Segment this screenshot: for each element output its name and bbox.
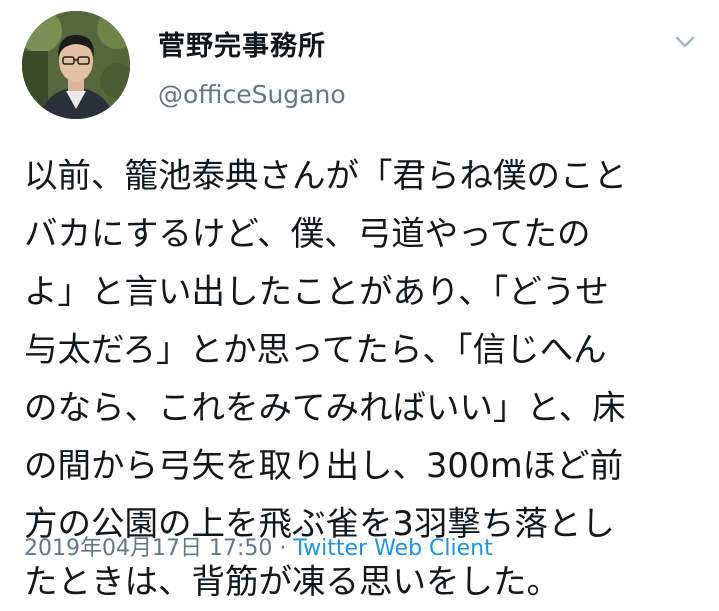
tweet-text-line: の間から弓矢を取り出し、300mほど前	[24, 446, 624, 485]
tweet-timestamp[interactable]: 2019年04月17日 17:50	[24, 536, 272, 561]
user-avatar-photo-icon	[22, 11, 130, 119]
tweet-menu-button[interactable]	[668, 27, 702, 57]
tweet-text-line: のなら、これをみてみればいい」と、床	[24, 388, 626, 427]
chevron-down-icon	[675, 36, 695, 48]
tweet-header: 菅野完事務所 @officeSugano	[0, 0, 719, 130]
avatar[interactable]	[22, 11, 130, 119]
user-handle[interactable]: @officeSugano	[158, 80, 346, 109]
tweet-source-link[interactable]: Twitter Web Client	[293, 536, 492, 561]
tweet-metadata: 2019年04月17日 17:50 · Twitter Web Client	[24, 530, 493, 562]
tweet-text-line: バカにするけど、僕、弓道やってたの	[24, 214, 591, 253]
tweet-text-line: よ」と言い出したことがあり、「どうせ	[24, 272, 609, 311]
tweet-text-line: 以前、籠池泰典さんが「君らね僕のこと	[24, 156, 627, 195]
display-name[interactable]: 菅野完事務所	[158, 24, 326, 63]
tweet-card: 菅野完事務所 @officeSugano 以前、籠池泰典さんが「君らね僕のこと …	[0, 0, 719, 601]
meta-separator: ·	[272, 536, 294, 561]
tweet-text-line: 与太だろ」とか思ってたら、「信じへん	[24, 330, 607, 369]
